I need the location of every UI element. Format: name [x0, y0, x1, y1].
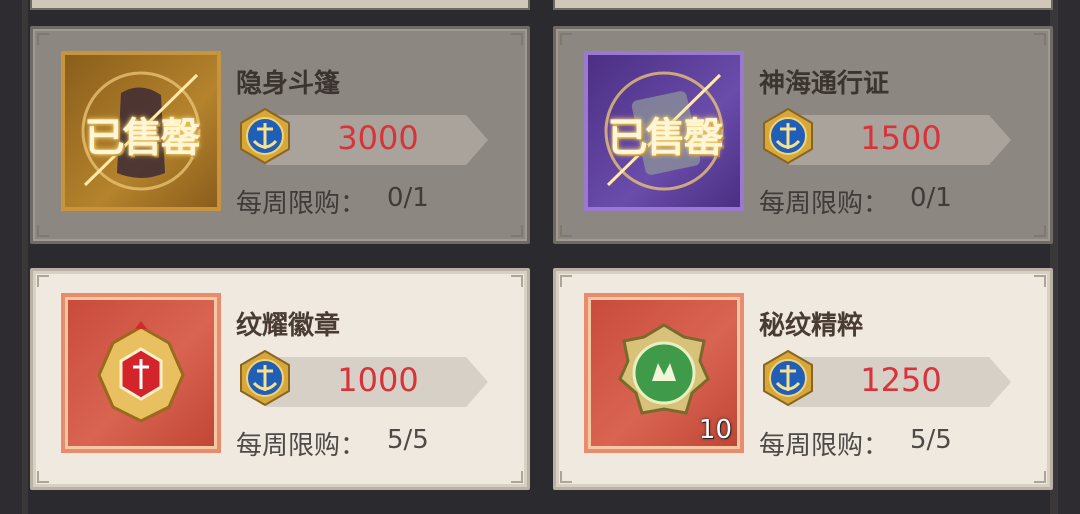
- card-corner: [511, 471, 523, 483]
- sold-out-stamp: 已售罄: [84, 115, 201, 161]
- card-corner: [37, 225, 49, 237]
- item-name: 秘纹精粹: [759, 311, 864, 341]
- card-corner: [560, 275, 572, 287]
- card-corner: [37, 471, 49, 483]
- item-image-frame: 已售罄: [584, 51, 744, 211]
- card-corner: [1034, 33, 1046, 45]
- weekly-limit-label: 每周限购：: [236, 189, 367, 219]
- weekly-limit-value: 0/1: [387, 183, 429, 213]
- shop-item-card[interactable]: 已售罄 隐身斗篷 3000 每周限购： 0/1: [30, 26, 530, 244]
- card-corner: [1034, 225, 1046, 237]
- item-image-frame: [61, 293, 221, 453]
- item-price: 1500: [860, 119, 942, 157]
- item-price: 3000: [337, 119, 419, 157]
- item-name: 纹耀徽章: [236, 311, 341, 341]
- anchor-coin-icon: [240, 107, 290, 165]
- card-corner: [37, 33, 49, 45]
- item-name: 神海通行证: [759, 69, 890, 99]
- card-corner: [511, 225, 523, 237]
- card-corner: [1034, 275, 1046, 287]
- item-image-frame: 已售罄: [61, 51, 221, 211]
- card-corner: [560, 471, 572, 483]
- item-name: 隐身斗篷: [236, 69, 341, 99]
- anchor-coin-icon: [763, 349, 813, 407]
- card-corner: [37, 275, 49, 287]
- card-corner: [560, 225, 572, 237]
- card-corner: [511, 275, 523, 287]
- weekly-limit-label: 每周限购：: [759, 431, 890, 461]
- shop-item-card[interactable]: 纹耀徽章 1000 每周限购： 5/5: [30, 268, 530, 490]
- card-corner: [511, 33, 523, 45]
- card-corner: [1034, 471, 1046, 483]
- weekly-limit-value: 5/5: [910, 425, 952, 455]
- item-price: 1250: [860, 361, 942, 399]
- item-quantity: 10: [698, 415, 732, 445]
- shop-item-card[interactable]: 已售罄 神海通行证 1500 每周限购： 0/1: [553, 26, 1053, 244]
- previous-row-card-edge: [553, 0, 1053, 10]
- anchor-coin-icon: [763, 107, 813, 165]
- weekly-limit-value: 5/5: [387, 425, 429, 455]
- sold-out-stamp: 已售罄: [607, 115, 724, 161]
- item-image-frame: 10: [584, 293, 744, 453]
- item-price: 1000: [337, 361, 419, 399]
- previous-row-card-edge: [30, 0, 530, 10]
- anchor-coin-icon: [240, 349, 290, 407]
- emblem-badge-icon: [97, 321, 185, 423]
- weekly-limit-value: 0/1: [910, 183, 952, 213]
- card-corner: [560, 33, 572, 45]
- weekly-limit-label: 每周限购：: [236, 431, 367, 461]
- weekly-limit-label: 每周限购：: [759, 189, 890, 219]
- shop-item-card[interactable]: 10 秘纹精粹 1250 每周限购： 5/5: [553, 268, 1053, 490]
